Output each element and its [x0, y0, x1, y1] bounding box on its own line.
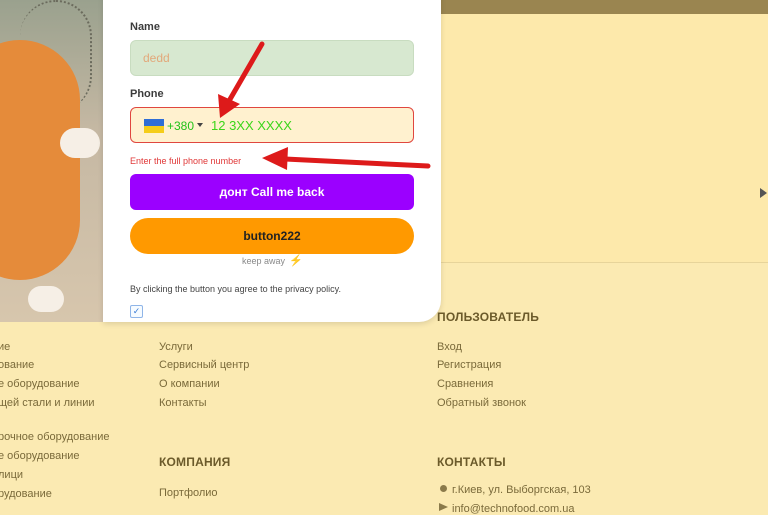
footer-link[interactable]: ование	[0, 359, 34, 371]
footer-link-login[interactable]: Вход	[437, 341, 462, 353]
phone-value[interactable]: 12 3XX XXXX	[211, 118, 292, 133]
cat-paw	[60, 128, 100, 158]
footer-link-contacts[interactable]: Контакты	[159, 397, 207, 409]
chevron-down-icon[interactable]	[197, 123, 203, 127]
footer-link-service-center[interactable]: Сервисный центр	[159, 359, 249, 371]
footer-link[interactable]: щей стали и линии	[0, 397, 95, 409]
form-title-fragment	[206, 0, 266, 2]
mouse-cursor	[760, 188, 767, 198]
footer-link[interactable]: рудование	[0, 488, 52, 500]
phone-error-message: Enter the full phone number	[130, 156, 242, 166]
footer-link-portfolio[interactable]: Портфолио	[159, 487, 218, 499]
footer-link[interactable]: е оборудование	[0, 378, 80, 390]
footer-link[interactable]: лици	[0, 469, 23, 481]
cat-body	[0, 40, 80, 280]
phone-input[interactable]: +380 12 3XX XXXX	[130, 107, 414, 143]
footer-link[interactable]: ие	[0, 341, 10, 353]
ukraine-flag-icon[interactable]	[144, 119, 164, 133]
map-pin-icon	[440, 485, 447, 492]
cat-foot	[28, 286, 64, 312]
name-label: Name	[130, 21, 160, 33]
call-me-back-button[interactable]: донт Call me back	[130, 174, 414, 210]
dial-code[interactable]: +380	[167, 119, 194, 133]
phone-label: Phone	[130, 88, 164, 100]
footer-link-about[interactable]: О компании	[159, 378, 220, 390]
button222[interactable]: button222	[130, 218, 414, 254]
footer-link-compare[interactable]: Сравнения	[437, 378, 493, 390]
footer-link-register[interactable]: Регистрация	[437, 359, 501, 371]
footer-heading-company: КОМПАНИЯ	[159, 455, 231, 469]
footer-email[interactable]: info@technofood.com.ua	[452, 503, 574, 515]
footer-heading-user: ПОЛЬЗОВАТЕЛЬ	[437, 310, 540, 324]
privacy-checkbox[interactable]: ✓	[130, 305, 143, 318]
cat-image	[0, 0, 103, 322]
footer-heading-contacts: КОНТАКТЫ	[437, 455, 506, 469]
lightning-icon: ⚡	[289, 255, 303, 267]
checkmark-icon: ✓	[132, 306, 141, 316]
footer-link[interactable]: рочное оборудование	[0, 431, 109, 443]
footer-link-callback[interactable]: Обратный звонок	[437, 397, 526, 409]
name-input[interactable]: dedd	[130, 40, 414, 76]
footer-link[interactable]: е оборудование	[0, 450, 80, 462]
privacy-text: By clicking the button you agree to the …	[130, 284, 341, 294]
keep-away-text: keep away	[242, 256, 286, 266]
footer-link-services[interactable]: Услуги	[159, 341, 193, 353]
footer-address: г.Киев, ул. Выборгская, 103	[452, 484, 591, 496]
